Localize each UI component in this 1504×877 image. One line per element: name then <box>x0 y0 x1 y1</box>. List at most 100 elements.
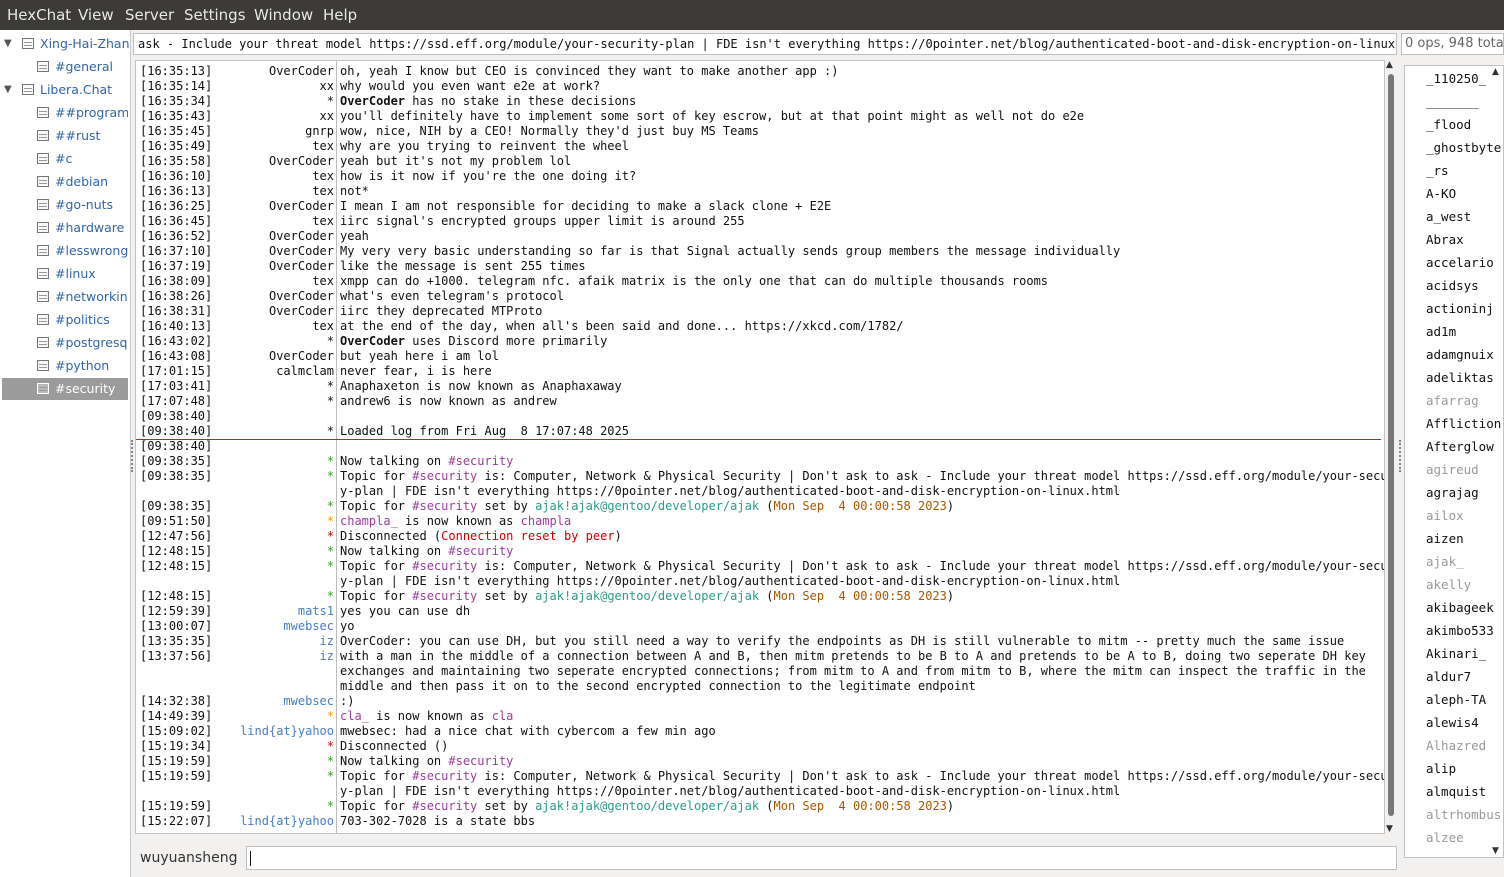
user-item[interactable]: akelly <box>1426 575 1471 595</box>
nick[interactable]: OverCoder <box>194 259 334 274</box>
nick[interactable]: * <box>194 499 334 514</box>
nick[interactable]: OverCoder <box>194 154 334 169</box>
menu-server[interactable]: Server <box>125 6 174 24</box>
user-item[interactable]: _110250_ <box>1426 69 1486 89</box>
channel-item[interactable]: #postgresql <box>2 332 128 354</box>
user-item[interactable]: Abrax <box>1426 230 1464 250</box>
nick[interactable]: OverCoder <box>194 244 334 259</box>
nick[interactable]: tex <box>194 319 334 334</box>
nick[interactable]: xx <box>194 109 334 124</box>
user-item[interactable]: akibageek <box>1426 598 1494 618</box>
scroll-up-icon[interactable]: ▲ <box>1386 60 1393 70</box>
user-item[interactable]: alzee <box>1426 828 1464 848</box>
nick[interactable]: iz <box>194 634 334 649</box>
nick[interactable]: * <box>194 589 334 604</box>
user-item[interactable]: Afterglow <box>1426 437 1494 457</box>
nick[interactable]: mwebsec <box>194 619 334 634</box>
network-xing-hai-zhan[interactable]: ▼ Xing-Hai-Zhan <box>0 33 130 55</box>
nick[interactable]: tex <box>194 169 334 184</box>
channel-item[interactable]: #politics <box>2 309 128 331</box>
channel-item[interactable]: ##programming <box>2 102 128 124</box>
user-item[interactable]: aizen <box>1426 529 1464 549</box>
nick[interactable]: * <box>194 394 334 409</box>
nick[interactable]: gnrp <box>194 124 334 139</box>
menu-settings[interactable]: Settings <box>184 6 246 24</box>
user-item[interactable]: Alhazred <box>1426 736 1486 756</box>
user-item[interactable]: _______ <box>1426 92 1479 112</box>
user-item[interactable]: _flood <box>1426 115 1471 135</box>
menu-view[interactable]: View <box>78 6 114 24</box>
channel-item[interactable]: #networking <box>2 286 128 308</box>
nick[interactable]: * <box>194 754 334 769</box>
user-item[interactable]: Akinari_ <box>1426 644 1486 664</box>
nick[interactable]: xx <box>194 79 334 94</box>
user-item[interactable]: aldur7 <box>1426 667 1471 687</box>
scroll-down-icon[interactable]: ▼ <box>1386 824 1393 834</box>
right-pane-grip[interactable] <box>1399 440 1402 472</box>
nick[interactable]: OverCoder <box>194 229 334 244</box>
channel-item[interactable]: #linux <box>2 263 128 285</box>
user-item[interactable]: A-KO <box>1426 184 1456 204</box>
user-item[interactable]: agireud <box>1426 460 1479 480</box>
user-item[interactable]: ailox <box>1426 506 1464 526</box>
nick[interactable]: tex <box>194 139 334 154</box>
nick[interactable]: OverCoder <box>194 64 334 79</box>
nick[interactable]: * <box>194 469 334 484</box>
nick[interactable]: * <box>194 94 334 109</box>
channel-item[interactable]: #security <box>2 378 128 400</box>
channel-item[interactable]: #go-nuts <box>2 194 128 216</box>
nick[interactable]: * <box>194 709 334 724</box>
nick[interactable]: * <box>194 454 334 469</box>
nick[interactable]: * <box>194 769 334 784</box>
channel-item[interactable]: #hardware <box>2 217 128 239</box>
user-item[interactable]: ad1m <box>1426 322 1456 342</box>
user-item[interactable]: almquist <box>1426 782 1486 802</box>
user-item[interactable]: aleph-TA <box>1426 690 1486 710</box>
nick[interactable]: lind{at}yahoo <box>194 724 334 739</box>
nick[interactable]: mwebsec <box>194 694 334 709</box>
nick[interactable]: tex <box>194 184 334 199</box>
user-item[interactable]: a_west <box>1426 207 1471 227</box>
expand-arrow-icon[interactable]: ▼ <box>4 33 14 55</box>
userlist-scrollbar[interactable]: ▲ ▼ <box>1490 65 1504 858</box>
user-item[interactable]: alip <box>1426 759 1456 779</box>
nick[interactable]: OverCoder <box>194 199 334 214</box>
scroll-up-icon[interactable]: ▲ <box>1492 67 1499 77</box>
nick[interactable]: * <box>194 799 334 814</box>
chat-log[interactable]: [16:35:13] OverCoder oh, yeah I know but C… <box>135 60 1385 834</box>
left-pane-grip[interactable] <box>131 440 134 472</box>
nick[interactable]: lind{at}yahoo <box>194 814 334 829</box>
nick[interactable]: OverCoder <box>194 289 334 304</box>
nick[interactable]: * <box>194 424 334 439</box>
nick[interactable]: * <box>194 514 334 529</box>
user-list[interactable]: _110250_ _______ _flood _ghostbyte _rs A-KO a_… <box>1404 65 1504 858</box>
user-item[interactable]: acidsys <box>1426 276 1479 296</box>
nick[interactable]: * <box>194 544 334 559</box>
channel-item[interactable]: #c <box>2 148 128 170</box>
user-item[interactable]: afarrag <box>1426 391 1479 411</box>
user-item[interactable]: adamgnuix <box>1426 345 1494 365</box>
topic-bar[interactable]: ask - Include your threat model https://… <box>133 33 1397 55</box>
nick[interactable]: tex <box>194 214 334 229</box>
expand-arrow-icon[interactable]: ▼ <box>4 79 14 101</box>
user-item[interactable]: ajak_ <box>1426 552 1464 572</box>
nick[interactable]: tex <box>194 274 334 289</box>
channel-item[interactable]: #general <box>2 56 128 78</box>
channel-item[interactable]: #lesswrong <box>2 240 128 262</box>
nick[interactable]: * <box>194 379 334 394</box>
menu-hexchat[interactable]: HexChat <box>7 6 71 24</box>
network-libera-chat[interactable]: ▼ Libera.Chat <box>0 79 130 101</box>
user-item[interactable]: adeliktas <box>1426 368 1494 388</box>
nick[interactable]: * <box>194 559 334 574</box>
channel-item[interactable]: #python <box>2 355 128 377</box>
user-item[interactable]: akimbo533 <box>1426 621 1494 641</box>
nick[interactable]: calmclam <box>194 364 334 379</box>
menu-window[interactable]: Window <box>254 6 313 24</box>
nick-button[interactable]: wuyuansheng <box>134 846 250 870</box>
nick[interactable]: OverCoder <box>194 304 334 319</box>
user-item[interactable]: agrajag <box>1426 483 1479 503</box>
message-input[interactable] <box>246 846 1397 870</box>
channel-item[interactable]: ##rust <box>2 125 128 147</box>
user-item[interactable]: alewis4 <box>1426 713 1479 733</box>
user-item[interactable]: _rs <box>1426 161 1449 181</box>
